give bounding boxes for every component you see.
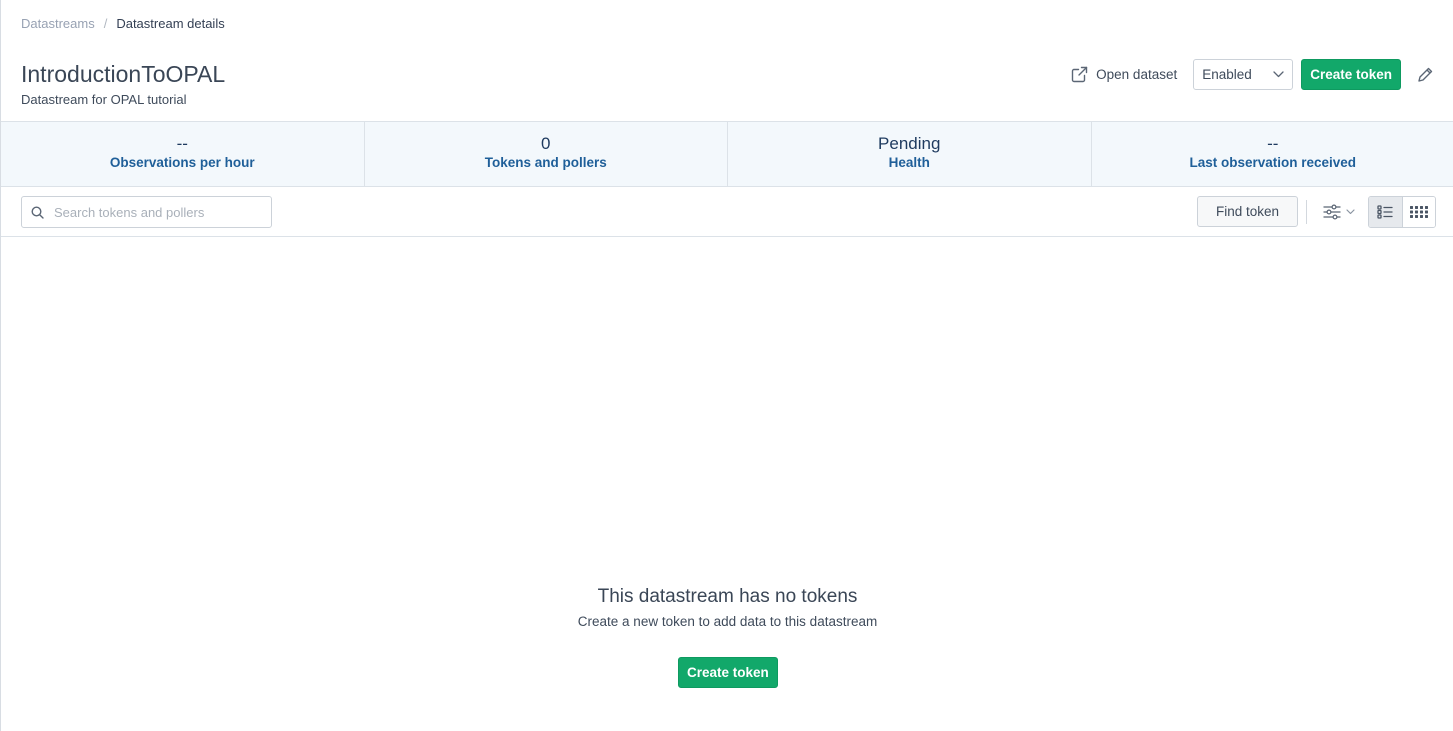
stat-label: Health xyxy=(888,155,930,170)
stat-label: Tokens and pollers xyxy=(484,155,607,170)
breadcrumb-datastreams-link[interactable]: Datastreams xyxy=(21,16,95,31)
status-select[interactable]: Enabled xyxy=(1193,59,1294,90)
pencil-icon xyxy=(1417,67,1432,82)
search-box xyxy=(21,196,272,228)
search-icon xyxy=(31,205,44,219)
stat-value: Pending xyxy=(878,134,941,153)
filter-settings-button[interactable] xyxy=(1319,198,1359,226)
chevron-down-icon xyxy=(1273,71,1284,78)
empty-state-title: This datastream has no tokens xyxy=(597,586,858,607)
breadcrumb-separator: / xyxy=(103,15,108,31)
breadcrumb: Datastreams / Datastream details xyxy=(21,15,225,31)
empty-state: This datastream has no tokens Create a n… xyxy=(1,583,1453,688)
stat-last-observation-received[interactable]: -- Last observation received xyxy=(1092,122,1453,186)
stat-value: 0 xyxy=(541,134,551,153)
grid-view-button[interactable] xyxy=(1402,197,1435,227)
stat-value: -- xyxy=(176,134,188,153)
list-view-button[interactable] xyxy=(1369,197,1403,227)
toolbar: Find token xyxy=(1,187,1453,237)
stat-health[interactable]: Pending Health xyxy=(728,122,1092,186)
chevron-down-icon xyxy=(1346,209,1355,215)
create-token-button[interactable]: Create token xyxy=(1301,59,1401,90)
view-toggle xyxy=(1368,196,1436,228)
search-input[interactable] xyxy=(54,204,254,220)
sliders-icon xyxy=(1323,204,1341,220)
toolbar-divider xyxy=(1306,200,1307,224)
external-link-icon xyxy=(1071,66,1088,83)
stat-observations-per-hour[interactable]: -- Observations per hour xyxy=(1,122,365,186)
stat-label: Last observation received xyxy=(1189,155,1357,170)
empty-create-token-button[interactable]: Create token xyxy=(678,657,778,688)
grid-view-icon xyxy=(1409,206,1428,218)
datastream-details-page: Datastreams / Datastream details Introdu… xyxy=(0,0,1453,731)
status-select-value: Enabled xyxy=(1202,67,1252,82)
edit-button[interactable] xyxy=(1415,65,1435,85)
stat-tokens-and-pollers[interactable]: 0 Tokens and pollers xyxy=(365,122,728,186)
find-token-button[interactable]: Find token xyxy=(1197,196,1298,227)
breadcrumb-current: Datastream details xyxy=(116,15,225,31)
stat-label: Observations per hour xyxy=(109,155,255,170)
page-subtitle: Datastream for OPAL tutorial xyxy=(21,92,187,107)
header-actions: Open dataset Enabled Create token xyxy=(1071,59,1435,90)
list-view-icon xyxy=(1377,205,1393,219)
open-dataset-link[interactable]: Open dataset xyxy=(1071,66,1177,83)
empty-state-description: Create a new token to add data to this d… xyxy=(577,614,878,629)
page-title: IntroductionToOPAL xyxy=(21,61,226,87)
stats-bar: -- Observations per hour 0 Tokens and po… xyxy=(1,121,1453,187)
stat-value: -- xyxy=(1267,134,1279,153)
open-dataset-label: Open dataset xyxy=(1096,67,1178,82)
